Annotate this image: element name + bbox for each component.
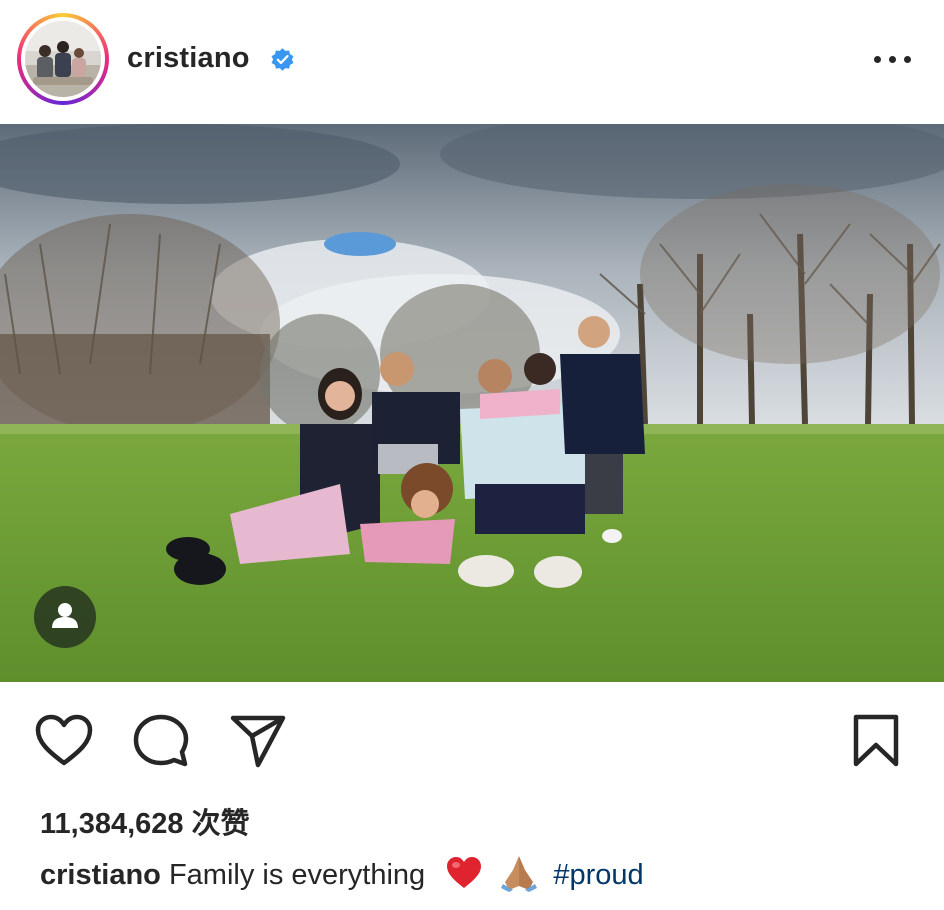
comment-icon[interactable] bbox=[133, 714, 189, 768]
likes-count[interactable]: 11,384,628 次赞 bbox=[40, 800, 250, 842]
hashtag-link[interactable]: #proud bbox=[553, 859, 643, 891]
caption-username[interactable]: cristiano bbox=[40, 859, 161, 891]
user-tag-icon bbox=[52, 603, 78, 628]
avatar bbox=[25, 21, 101, 97]
likes-suffix: 次赞 bbox=[191, 808, 250, 840]
bookmark-icon[interactable] bbox=[852, 714, 900, 768]
caption: cristiano Family is everything #proud bbox=[40, 852, 644, 892]
username[interactable]: cristiano bbox=[127, 42, 250, 75]
heart-icon[interactable] bbox=[34, 714, 94, 768]
more-options-button[interactable] bbox=[872, 48, 914, 70]
verified-badge-icon bbox=[271, 48, 294, 71]
post-header: cristiano bbox=[0, 0, 944, 124]
story-ring-avatar[interactable] bbox=[17, 13, 109, 105]
user-tag-button[interactable] bbox=[34, 586, 96, 648]
more-horizontal-icon bbox=[874, 56, 881, 63]
folded-hands-icon bbox=[501, 856, 538, 892]
action-bar bbox=[0, 682, 944, 792]
caption-text: Family is everything bbox=[168, 859, 426, 891]
likes-number: 11,384,628 bbox=[40, 808, 184, 840]
post-image[interactable] bbox=[0, 124, 944, 682]
send-icon[interactable] bbox=[230, 714, 286, 768]
red-heart-icon bbox=[447, 857, 482, 888]
